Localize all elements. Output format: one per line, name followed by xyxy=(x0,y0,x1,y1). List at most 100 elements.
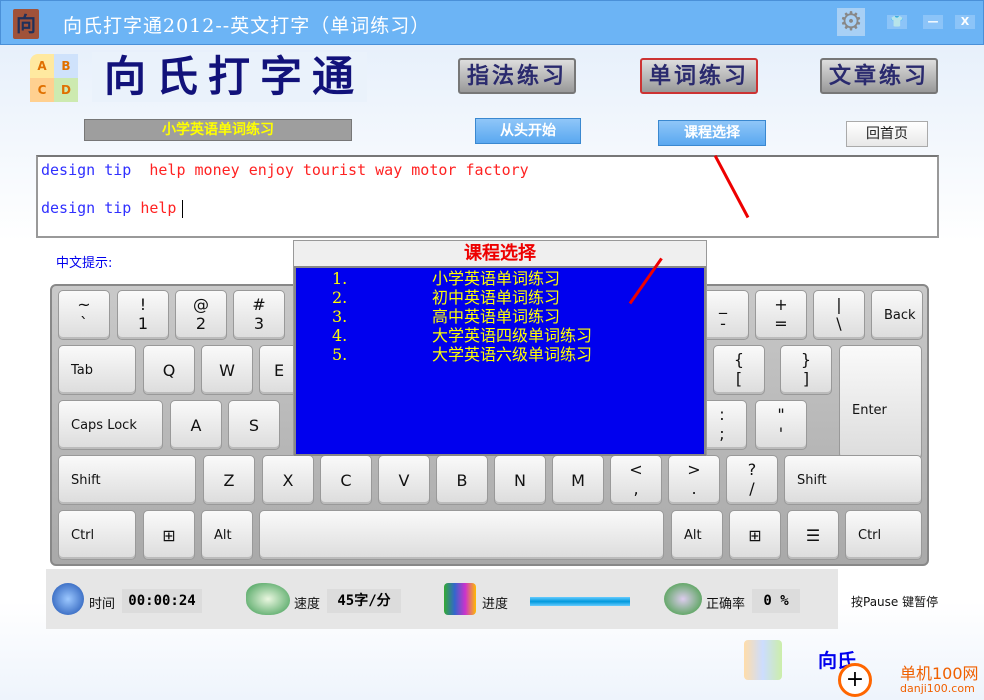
key[interactable]: Back space xyxy=(871,290,923,373)
key-label: A xyxy=(190,416,202,435)
key[interactable]: W xyxy=(201,345,253,395)
key[interactable]: M xyxy=(552,455,604,505)
course-option[interactable]: 4. 大学英语四级单词练习 xyxy=(296,326,704,345)
key[interactable]: ! 1 xyxy=(117,290,169,340)
key-label: Caps Lock xyxy=(71,418,137,433)
logo-letter: A xyxy=(30,54,54,78)
key[interactable]: " ' xyxy=(755,400,807,450)
accuracy-value: 0 % xyxy=(752,589,800,613)
key[interactable]: ⊞ xyxy=(729,510,781,560)
key-label: Z xyxy=(223,471,235,490)
key-label: ` xyxy=(80,314,88,333)
gear-icon[interactable]: ⚙ xyxy=(837,8,865,36)
key[interactable] xyxy=(259,510,664,560)
key[interactable]: C xyxy=(320,455,372,505)
key[interactable]: <, xyxy=(610,455,662,505)
course-option[interactable]: 5. 大学英语六级单词练习 xyxy=(296,345,704,364)
key[interactable]: Alt xyxy=(201,510,253,560)
course-select-button[interactable]: 课程选择 xyxy=(658,120,766,146)
key[interactable]: V xyxy=(378,455,430,505)
key[interactable]: Q xyxy=(143,345,195,395)
abcd-logo-icon: A B C D xyxy=(28,52,80,104)
key[interactable]: X xyxy=(262,455,314,505)
fingering-practice-button[interactable]: 指法练习 xyxy=(458,58,576,94)
watermark-plus-icon: + xyxy=(838,663,872,697)
article-practice-button[interactable]: 文章练习 xyxy=(820,58,938,94)
key-label: ~ xyxy=(77,295,91,314)
key[interactable]: @2 xyxy=(175,290,227,340)
key-label: S xyxy=(248,416,260,435)
key-label: Alt xyxy=(214,528,232,543)
key[interactable]: S xyxy=(228,400,280,450)
option-label: 大学英语四级单词练习 xyxy=(432,326,593,345)
key[interactable]: ~ ` xyxy=(58,290,110,340)
remaining-text: help money enjoy tourist way motor facto… xyxy=(149,161,529,179)
speed-value: 45字/分 xyxy=(327,589,401,613)
title-bar[interactable]: 向 向氏打字通2012--英文打字（单词练习） ⚙ 👕 — X xyxy=(0,0,984,45)
key-label: B xyxy=(456,471,468,490)
progress-chart-icon xyxy=(444,583,476,615)
key-label: [ xyxy=(735,369,743,388)
home-button[interactable]: 回首页 xyxy=(846,121,928,147)
key-label: < xyxy=(629,460,643,479)
footer-logo-icon xyxy=(744,640,782,680)
key[interactable]: Shift xyxy=(58,455,196,505)
window-title: 向氏打字通2012--英文打字（单词练习） xyxy=(63,15,431,37)
word-practice-button[interactable]: 单词练习 xyxy=(640,58,758,94)
key[interactable]: ⊞ xyxy=(143,510,195,560)
key-label: ] xyxy=(802,369,810,388)
typing-area[interactable]: design tip help money enjoy tourist way … xyxy=(36,155,939,238)
accuracy-label: 正确率 xyxy=(706,597,746,612)
course-option[interactable]: 3. 高中英语单词练习 xyxy=(296,307,704,326)
option-label: 小学英语单词练习 xyxy=(432,269,561,288)
key[interactable]: >. xyxy=(668,455,720,505)
restart-button[interactable]: 从头开始 xyxy=(475,118,581,144)
key-label: 2 xyxy=(195,314,207,333)
time-value: 00:00:24 xyxy=(122,589,202,613)
key[interactable]: Alt xyxy=(671,510,723,560)
key[interactable]: Ctrl xyxy=(58,510,136,560)
key[interactable]: #3 xyxy=(233,290,285,340)
key-label: # xyxy=(252,295,266,314)
key[interactable]: {[ xyxy=(713,345,765,395)
input-line[interactable]: design tip help xyxy=(41,199,184,218)
key-label: @ xyxy=(193,295,209,314)
key[interactable]: | \ xyxy=(813,290,865,340)
option-number: 4. xyxy=(332,326,348,345)
key-label: " xyxy=(777,405,785,424)
key[interactable]: Shift xyxy=(784,455,922,505)
key-label: . xyxy=(691,479,697,498)
key-label: V xyxy=(398,471,410,490)
minimize-icon[interactable]: — xyxy=(923,15,943,29)
key[interactable]: B xyxy=(436,455,488,505)
watermark-url: danji100.com xyxy=(900,682,975,695)
option-label: 高中英语单词练习 xyxy=(432,307,561,326)
key[interactable]: Enter xyxy=(839,345,922,460)
key[interactable]: }] xyxy=(780,345,832,395)
key-label: ⊞ xyxy=(162,526,176,545)
key[interactable]: Tab xyxy=(58,345,136,395)
key-label: \ xyxy=(836,314,842,333)
target-line: design tip help money enjoy tourist way … xyxy=(41,161,529,179)
key-label: M xyxy=(571,471,585,490)
skin-icon[interactable]: 👕 xyxy=(887,15,907,29)
key-label: , xyxy=(633,479,639,498)
key[interactable]: ? / xyxy=(726,455,778,505)
key-label: ⊞ xyxy=(748,526,762,545)
key-label: Ctrl xyxy=(71,528,95,543)
course-select-dialog: 课程选择 1. 小学英语单词练习 2. 初中英语单词练习 3. 高中英语单词练习 4.… xyxy=(293,240,707,456)
key[interactable]: Ctrl xyxy=(845,510,922,560)
close-icon[interactable]: X xyxy=(955,15,975,29)
progress-fill xyxy=(530,597,630,606)
option-label: 初中英语单词练习 xyxy=(432,288,561,307)
logo-letter: C xyxy=(30,78,54,102)
brand-title: 向氏打字通 xyxy=(92,52,367,102)
key[interactable]: A xyxy=(170,400,222,450)
key-label: } xyxy=(800,350,812,369)
course-option[interactable]: 2. 初中英语单词练习 xyxy=(296,288,704,307)
key[interactable]: N xyxy=(494,455,546,505)
key[interactable]: Caps Lock xyxy=(58,400,163,450)
key[interactable]: + = xyxy=(755,290,807,340)
key[interactable]: Z xyxy=(203,455,255,505)
key[interactable]: ☰ xyxy=(787,510,839,560)
